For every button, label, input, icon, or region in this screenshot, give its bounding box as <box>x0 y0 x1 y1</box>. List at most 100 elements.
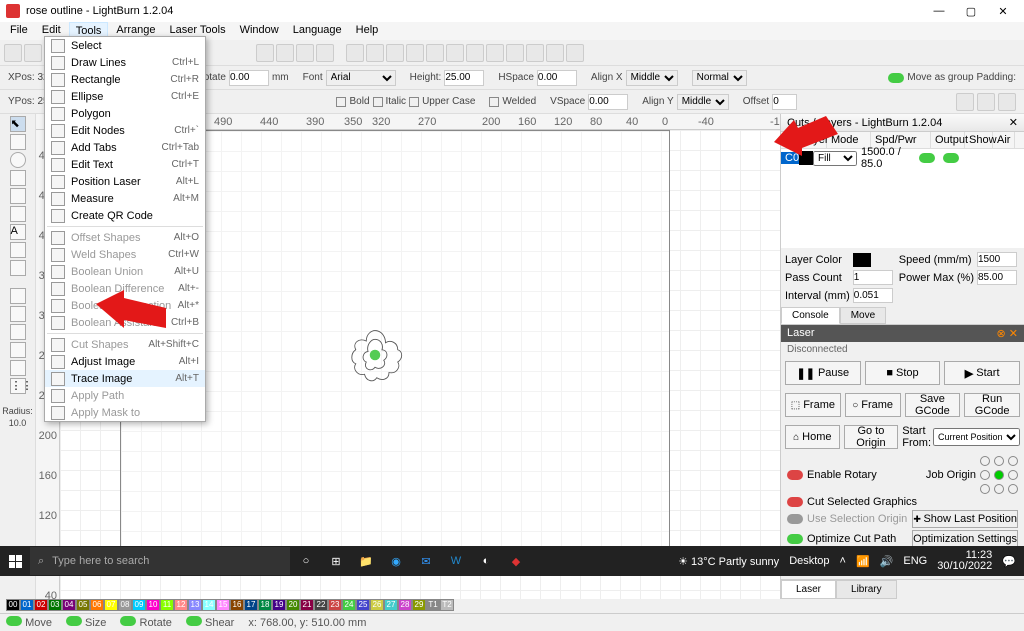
tab-console[interactable]: Console <box>781 307 840 324</box>
start-button[interactable] <box>0 546 30 576</box>
camera-icon[interactable] <box>256 44 274 62</box>
menuitem-measure[interactable]: MeasureAlt+M <box>45 190 205 207</box>
distribute-icon[interactable] <box>426 44 444 62</box>
measure-tool[interactable] <box>10 260 26 276</box>
open-icon[interactable] <box>24 44 42 62</box>
color-swatch-16[interactable]: 16 <box>230 599 244 611</box>
mirror-h-icon[interactable] <box>486 44 504 62</box>
menu-language[interactable]: Language <box>287 22 348 40</box>
color-swatch-12[interactable]: 12 <box>174 599 188 611</box>
goto-button[interactable]: Go to Origin <box>844 425 899 449</box>
vspace-input[interactable] <box>588 94 628 110</box>
color-swatch-18[interactable]: 18 <box>258 599 272 611</box>
tray-wifi-icon[interactable]: 📶 <box>856 555 870 568</box>
offset-input[interactable] <box>772 94 797 110</box>
menuitem-add-tabs[interactable]: Add TabsCtrl+Tab <box>45 139 205 156</box>
color-swatch-06[interactable]: 06 <box>90 599 104 611</box>
menuitem-edit-nodes[interactable]: Edit NodesCtrl+` <box>45 122 205 139</box>
home-button[interactable]: ⌂ Home <box>785 425 840 449</box>
height-input[interactable] <box>444 70 484 86</box>
pass-input[interactable] <box>853 270 893 285</box>
rotary-toggle[interactable] <box>787 470 803 480</box>
color-swatch-24[interactable]: 24 <box>342 599 356 611</box>
color-swatch-25[interactable]: 25 <box>356 599 370 611</box>
color-swatch-08[interactable]: 08 <box>118 599 132 611</box>
task-explorer-icon[interactable]: 📁 <box>352 547 380 575</box>
color-swatch-10[interactable]: 10 <box>146 599 160 611</box>
color-swatch-29[interactable]: 29 <box>412 599 426 611</box>
color-swatch-01[interactable]: 01 <box>20 599 34 611</box>
speed-input[interactable] <box>977 252 1017 267</box>
text-tool[interactable]: A <box>10 224 26 240</box>
color-swatch-05[interactable]: 05 <box>76 599 90 611</box>
task-chrome-icon[interactable]: ◐ <box>472 547 500 575</box>
menuitem-draw-lines[interactable]: Draw LinesCtrl+L <box>45 54 205 71</box>
upper-check[interactable] <box>409 97 419 107</box>
weather[interactable]: ☀ 13°C Partly sunny <box>678 555 779 568</box>
savegcode-button[interactable]: Save GCode <box>905 393 961 417</box>
color-swatch-17[interactable]: 17 <box>244 599 258 611</box>
alignx-select[interactable]: Middle <box>626 70 678 86</box>
menu-file[interactable]: File <box>4 22 34 40</box>
align-left-icon[interactable] <box>346 44 364 62</box>
cutsel-toggle[interactable] <box>787 497 803 507</box>
wrench-icon[interactable] <box>316 44 334 62</box>
color-swatch-27[interactable]: 27 <box>384 599 398 611</box>
color-swatch-20[interactable]: 20 <box>286 599 300 611</box>
group-icon[interactable] <box>446 44 464 62</box>
color-swatch-28[interactable]: 28 <box>398 599 412 611</box>
task-edge-icon[interactable]: ◉ <box>382 547 410 575</box>
node-tool[interactable] <box>10 342 26 358</box>
menuitem-select[interactable]: Select <box>45 37 205 54</box>
tab-library[interactable]: Library <box>836 580 897 599</box>
select-tool[interactable]: ⬉ <box>10 116 26 132</box>
tools-icon[interactable] <box>296 44 314 62</box>
color-swatch-19[interactable]: 19 <box>272 599 286 611</box>
marker-tool[interactable] <box>10 242 26 258</box>
cuts-close-icon[interactable]: ✕ <box>1009 116 1018 129</box>
grid-tool[interactable]: ⋮⋮⋮ <box>10 378 26 394</box>
target-icon[interactable] <box>977 93 995 111</box>
tab-laser[interactable]: Laser <box>781 580 836 599</box>
menuitem-apply-mask-to[interactable]: Apply Mask to <box>45 404 205 421</box>
color-swatch-11[interactable]: 11 <box>160 599 174 611</box>
offset-tool[interactable] <box>10 288 26 304</box>
layer-color-swatch[interactable] <box>853 253 871 267</box>
color-swatch-T1[interactable]: T1 <box>426 599 440 611</box>
menuitem-weld-shapes[interactable]: Weld ShapesCtrl+W <box>45 246 205 263</box>
color-swatch-15[interactable]: 15 <box>216 599 230 611</box>
align-right-icon[interactable] <box>386 44 404 62</box>
tray-notif-icon[interactable]: 💬 <box>1002 555 1016 568</box>
close-button[interactable]: ✕ <box>988 1 1018 21</box>
interval-input[interactable] <box>853 288 893 303</box>
menuitem-boolean-union[interactable]: Boolean UnionAlt+U <box>45 263 205 280</box>
task-mail-icon[interactable]: ✉ <box>412 547 440 575</box>
color-swatch-21[interactable]: 21 <box>300 599 314 611</box>
color-swatch-26[interactable]: 26 <box>370 599 384 611</box>
color-swatch-T2[interactable]: T2 <box>440 599 454 611</box>
menu-window[interactable]: Window <box>234 22 285 40</box>
color-swatch-03[interactable]: 03 <box>48 599 62 611</box>
menuitem-trace-image[interactable]: Trace ImageAlt+T <box>45 370 205 387</box>
task-cortana-icon[interactable]: ○ <box>292 547 320 575</box>
menuitem-edit-text[interactable]: Edit TextCtrl+T <box>45 156 205 173</box>
color-swatch-02[interactable]: 02 <box>34 599 48 611</box>
stop-button[interactable]: ■ Stop <box>865 361 941 385</box>
cut-show-toggle[interactable] <box>943 153 959 163</box>
ellipse-tool[interactable] <box>10 152 26 168</box>
weld-tool[interactable] <box>10 306 26 322</box>
rotate-icon[interactable] <box>526 44 544 62</box>
pen-tool[interactable] <box>10 206 26 222</box>
italic-check[interactable] <box>373 97 383 107</box>
move-group-toggle[interactable] <box>888 73 904 83</box>
task-lightburn-icon[interactable]: ◆ <box>502 547 530 575</box>
color-swatch-23[interactable]: 23 <box>328 599 342 611</box>
tab-move[interactable]: Move <box>840 307 886 324</box>
maximize-button[interactable]: ▢ <box>956 1 986 21</box>
ungroup-icon[interactable] <box>466 44 484 62</box>
task-taskview-icon[interactable]: ⊞ <box>322 547 350 575</box>
tray-sound-icon[interactable]: 🔊 <box>880 555 894 568</box>
aligny-select[interactable]: Middle <box>677 94 729 110</box>
menuitem-adjust-image[interactable]: Adjust ImageAlt+I <box>45 353 205 370</box>
menuitem-polygon[interactable]: Polygon <box>45 105 205 122</box>
